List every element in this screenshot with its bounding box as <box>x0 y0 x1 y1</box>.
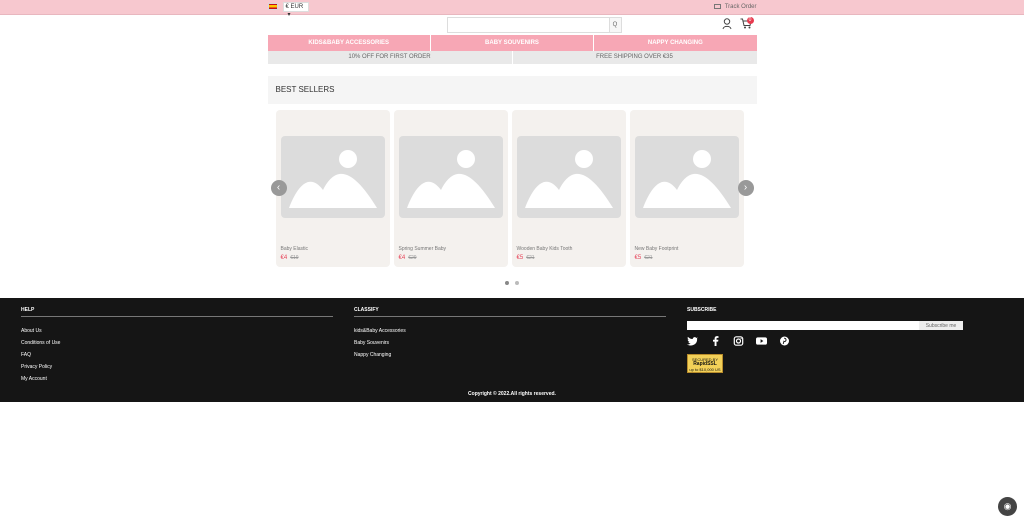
current-price: €5 <box>634 255 642 261</box>
rapidssl-seal[interactable]: SECURED BY RapidSSL up to $10,000 US <box>687 354 723 373</box>
nav-item-baby-souvenirs[interactable]: BABY SOUVENIRS <box>431 35 595 51</box>
track-order-link[interactable]: Track Order <box>714 2 757 12</box>
footer-link-conditions[interactable]: Conditions of Use <box>21 337 333 349</box>
footer-link-about-us[interactable]: About Us <box>21 325 333 337</box>
current-price: €4 <box>280 255 288 261</box>
nav-item-kids-baby-accessories[interactable]: KIDS&BABY ACCESSORIES <box>268 35 431 51</box>
product-name[interactable]: New Baby Footprint <box>635 246 679 252</box>
footer-divider <box>21 316 333 317</box>
spain-flag-icon[interactable] <box>267 3 278 10</box>
youtube-icon[interactable] <box>756 336 767 346</box>
old-price: €21 <box>644 255 653 261</box>
product-card[interactable]: Baby Elastic €4 €19 <box>275 110 390 267</box>
best-sellers-section: BEST SELLERS Baby Elastic €4 €19 Spring S… <box>267 76 757 299</box>
search-box: Q <box>446 17 622 37</box>
footer-divider <box>354 316 666 317</box>
search-button[interactable]: Q <box>608 18 621 32</box>
twitter-icon[interactable] <box>687 336 698 346</box>
footer-link-nappy-changing[interactable]: Nappy Changing <box>354 349 666 361</box>
product-name[interactable]: Baby Elastic <box>281 246 309 252</box>
footer-link-baby-souvenirs[interactable]: Baby Souvenirs <box>354 337 666 349</box>
product-price: €5 €21 <box>517 255 535 261</box>
carousel-next-arrow-icon[interactable]: › <box>737 180 754 196</box>
subscribe-button[interactable]: Subscribe me <box>919 321 963 330</box>
old-price: €19 <box>290 255 299 261</box>
currency-selector[interactable]: € EUR ▾ <box>282 2 309 18</box>
footer: HELP About Us Conditions of Use FAQ Priv… <box>0 298 1024 402</box>
product-image-placeholder-icon[interactable] <box>398 136 503 218</box>
subscribe-email-input[interactable] <box>687 321 919 330</box>
nav-item-nappy-changing[interactable]: NAPPY CHANGING <box>594 35 756 51</box>
footer-classify-column: CLASSIFY kids&Baby Accessories Baby Souv… <box>354 306 666 361</box>
track-order-label: Track Order <box>724 4 757 10</box>
copyright-text: Copyright © 2022.All rights reserved. <box>468 391 556 397</box>
footer-subscribe-column: SUBSCRIBE Subscribe me SECURED BY RapidS… <box>687 306 1006 373</box>
top-bar: € EUR ▾ Track Order <box>0 0 1024 18</box>
product-name[interactable]: Spring Summer Baby <box>399 246 447 252</box>
social-links <box>687 336 1006 346</box>
promo-first-order: 10% OFF FOR FIRST ORDER <box>268 51 513 64</box>
footer-subscribe-title: SUBSCRIBE <box>687 307 717 313</box>
subscribe-form: Subscribe me <box>687 321 963 330</box>
floating-widget-icon[interactable]: ◉ <box>998 497 1017 516</box>
main-nav: KIDS&BABY ACCESSORIES BABY SOUVENIRS NAP… <box>267 35 757 51</box>
product-card[interactable]: New Baby Footprint €5 €21 <box>629 110 744 267</box>
seal-bottom-text: up to $10,000 US <box>689 367 721 372</box>
footer-help-column: HELP About Us Conditions of Use FAQ Priv… <box>21 306 333 385</box>
current-price: €4 <box>398 255 406 261</box>
product-card[interactable]: Spring Summer Baby €4 €29 <box>393 110 508 267</box>
promo-free-shipping: FREE SHIPPING OVER €35 <box>596 54 673 60</box>
old-price: €21 <box>526 255 535 261</box>
product-image-placeholder-icon[interactable] <box>634 136 739 218</box>
product-image-placeholder-icon[interactable] <box>280 136 385 218</box>
facebook-icon[interactable] <box>710 336 721 346</box>
product-price: €4 €19 <box>281 255 299 261</box>
footer-link-account[interactable]: My Account <box>21 373 333 385</box>
product-carousel: Baby Elastic €4 €19 Spring Summer Baby €4… <box>268 110 757 267</box>
cart-count-badge: 0 <box>746 17 754 24</box>
old-price: €29 <box>408 255 417 261</box>
carousel-prev-arrow-icon[interactable]: ‹ <box>270 180 287 196</box>
currency-label: € EUR <box>285 4 304 10</box>
promo-bar: 10% OFF FOR FIRST ORDER FREE SHIPPING OV… <box>267 51 757 64</box>
instagram-icon[interactable] <box>733 336 744 346</box>
carousel-dot[interactable] <box>514 281 519 285</box>
product-name[interactable]: Wooden Baby Kids Tooth <box>517 246 573 252</box>
truck-icon <box>714 4 722 9</box>
section-title: BEST SELLERS <box>267 76 757 104</box>
carousel-pagination <box>504 272 525 290</box>
product-card[interactable]: Wooden Baby Kids Tooth €5 €21 <box>511 110 626 267</box>
footer-link-privacy[interactable]: Privacy Policy <box>21 361 333 373</box>
current-price: €5 <box>516 255 524 261</box>
header: Q 0 <box>268 15 757 37</box>
carousel-dot-active[interactable] <box>504 281 509 285</box>
footer-classify-title: CLASSIFY <box>354 307 379 313</box>
footer-link-faq[interactable]: FAQ <box>21 349 333 361</box>
product-price: €4 €29 <box>399 255 417 261</box>
product-image-placeholder-icon[interactable] <box>516 136 621 218</box>
footer-help-title: HELP <box>21 307 35 313</box>
product-price: €5 €21 <box>635 255 653 261</box>
pinterest-icon[interactable] <box>779 336 790 346</box>
footer-link-kids-baby-accessories[interactable]: kids&Baby Accessories <box>354 325 666 337</box>
search-input[interactable] <box>447 23 608 37</box>
user-icon[interactable] <box>722 18 732 30</box>
